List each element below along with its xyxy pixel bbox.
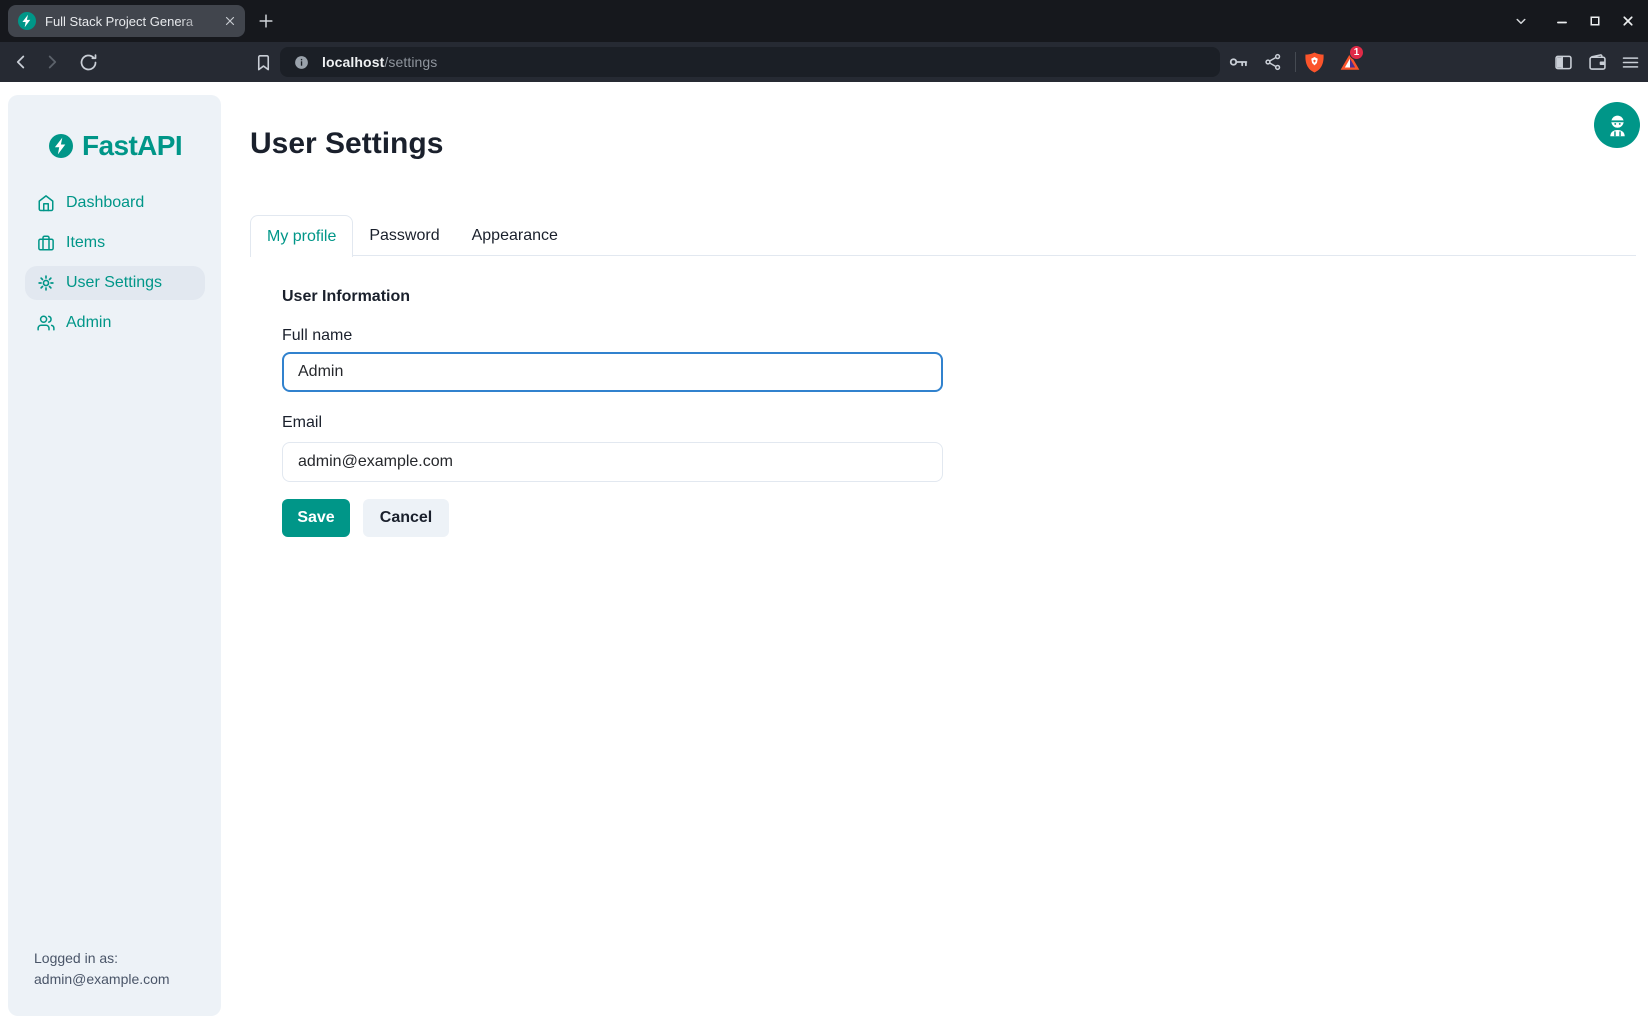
sidebar-item-label: Admin (66, 314, 111, 332)
user-astronaut-icon (1604, 112, 1631, 139)
url-host: localhost (322, 54, 384, 70)
new-tab-button[interactable] (253, 8, 279, 34)
url-text: localhost/settings (322, 54, 437, 70)
rewards-badge: 1 (1349, 45, 1364, 60)
fastapi-favicon-icon (18, 12, 36, 30)
brave-shield-icon[interactable] (1302, 50, 1326, 74)
sidebar-item-label: Items (66, 234, 105, 252)
window-controls (1504, 0, 1644, 42)
sidebar: FastAPI Dashboard Items User Settings (8, 95, 221, 1016)
tab-close-icon[interactable] (221, 12, 239, 30)
bookmark-icon[interactable] (251, 50, 275, 74)
settings-tabs: My profile Password Appearance (250, 215, 1636, 256)
home-icon (37, 194, 55, 212)
sidebar-item-label: Dashboard (66, 194, 144, 212)
full-name-label: Full name (282, 327, 352, 345)
share-icon[interactable] (1261, 50, 1285, 74)
back-icon[interactable] (9, 50, 33, 74)
logged-in-label: Logged in as: (34, 948, 170, 969)
url-path: /settings (384, 54, 437, 70)
logo-text: FastAPI (82, 130, 182, 162)
users-icon (37, 314, 55, 332)
fastapi-logo: FastAPI (49, 130, 182, 162)
briefcase-icon (37, 234, 55, 252)
tab-appearance[interactable]: Appearance (456, 215, 574, 256)
url-bar[interactable]: localhost/settings (280, 47, 1220, 77)
forward-icon (40, 50, 64, 74)
menu-hamburger-icon[interactable] (1618, 50, 1642, 74)
full-name-input[interactable] (282, 352, 943, 392)
tab-search-chevron-icon[interactable] (1504, 0, 1537, 42)
sidebar-item-label: User Settings (66, 274, 162, 292)
gear-icon (37, 274, 55, 292)
tab-my-profile[interactable]: My profile (250, 215, 353, 257)
cancel-button[interactable]: Cancel (363, 499, 449, 537)
user-menu-button[interactable] (1594, 102, 1640, 148)
sidebar-item-admin[interactable]: Admin (25, 306, 205, 340)
fastapi-bolt-icon (49, 134, 73, 158)
maximize-button[interactable] (1578, 0, 1611, 42)
browser-titlebar: Full Stack Project Genera (0, 0, 1648, 42)
browser-toolbar: localhost/settings 1 (0, 42, 1648, 82)
sidebar-item-user-settings[interactable]: User Settings (25, 266, 205, 300)
logged-in-info: Logged in as: admin@example.com (34, 948, 170, 990)
form-buttons: Save Cancel (282, 499, 449, 537)
section-title: User Information (282, 288, 410, 306)
email-label: Email (282, 414, 322, 432)
tab-password[interactable]: Password (353, 215, 455, 256)
toolbar-divider (1295, 52, 1296, 72)
sidebar-nav: Dashboard Items User Settings Admin (8, 183, 221, 346)
reload-icon[interactable] (76, 50, 100, 74)
close-window-button[interactable] (1611, 0, 1644, 42)
tab-title: Full Stack Project Genera (45, 14, 221, 29)
email-input[interactable] (282, 442, 943, 482)
minimize-button[interactable] (1545, 0, 1578, 42)
wallet-icon[interactable] (1585, 50, 1609, 74)
site-info-icon[interactable] (293, 54, 310, 71)
sidebar-item-items[interactable]: Items (25, 226, 205, 260)
password-key-icon[interactable] (1227, 50, 1251, 74)
save-button[interactable]: Save (282, 499, 350, 537)
browser-tab[interactable]: Full Stack Project Genera (8, 5, 245, 37)
sidebar-toggle-icon[interactable] (1551, 50, 1575, 74)
logged-in-email: admin@example.com (34, 969, 170, 990)
page-title: User Settings (250, 127, 443, 161)
sidebar-item-dashboard[interactable]: Dashboard (25, 186, 205, 220)
page-content: FastAPI Dashboard Items User Settings (0, 82, 1648, 1025)
